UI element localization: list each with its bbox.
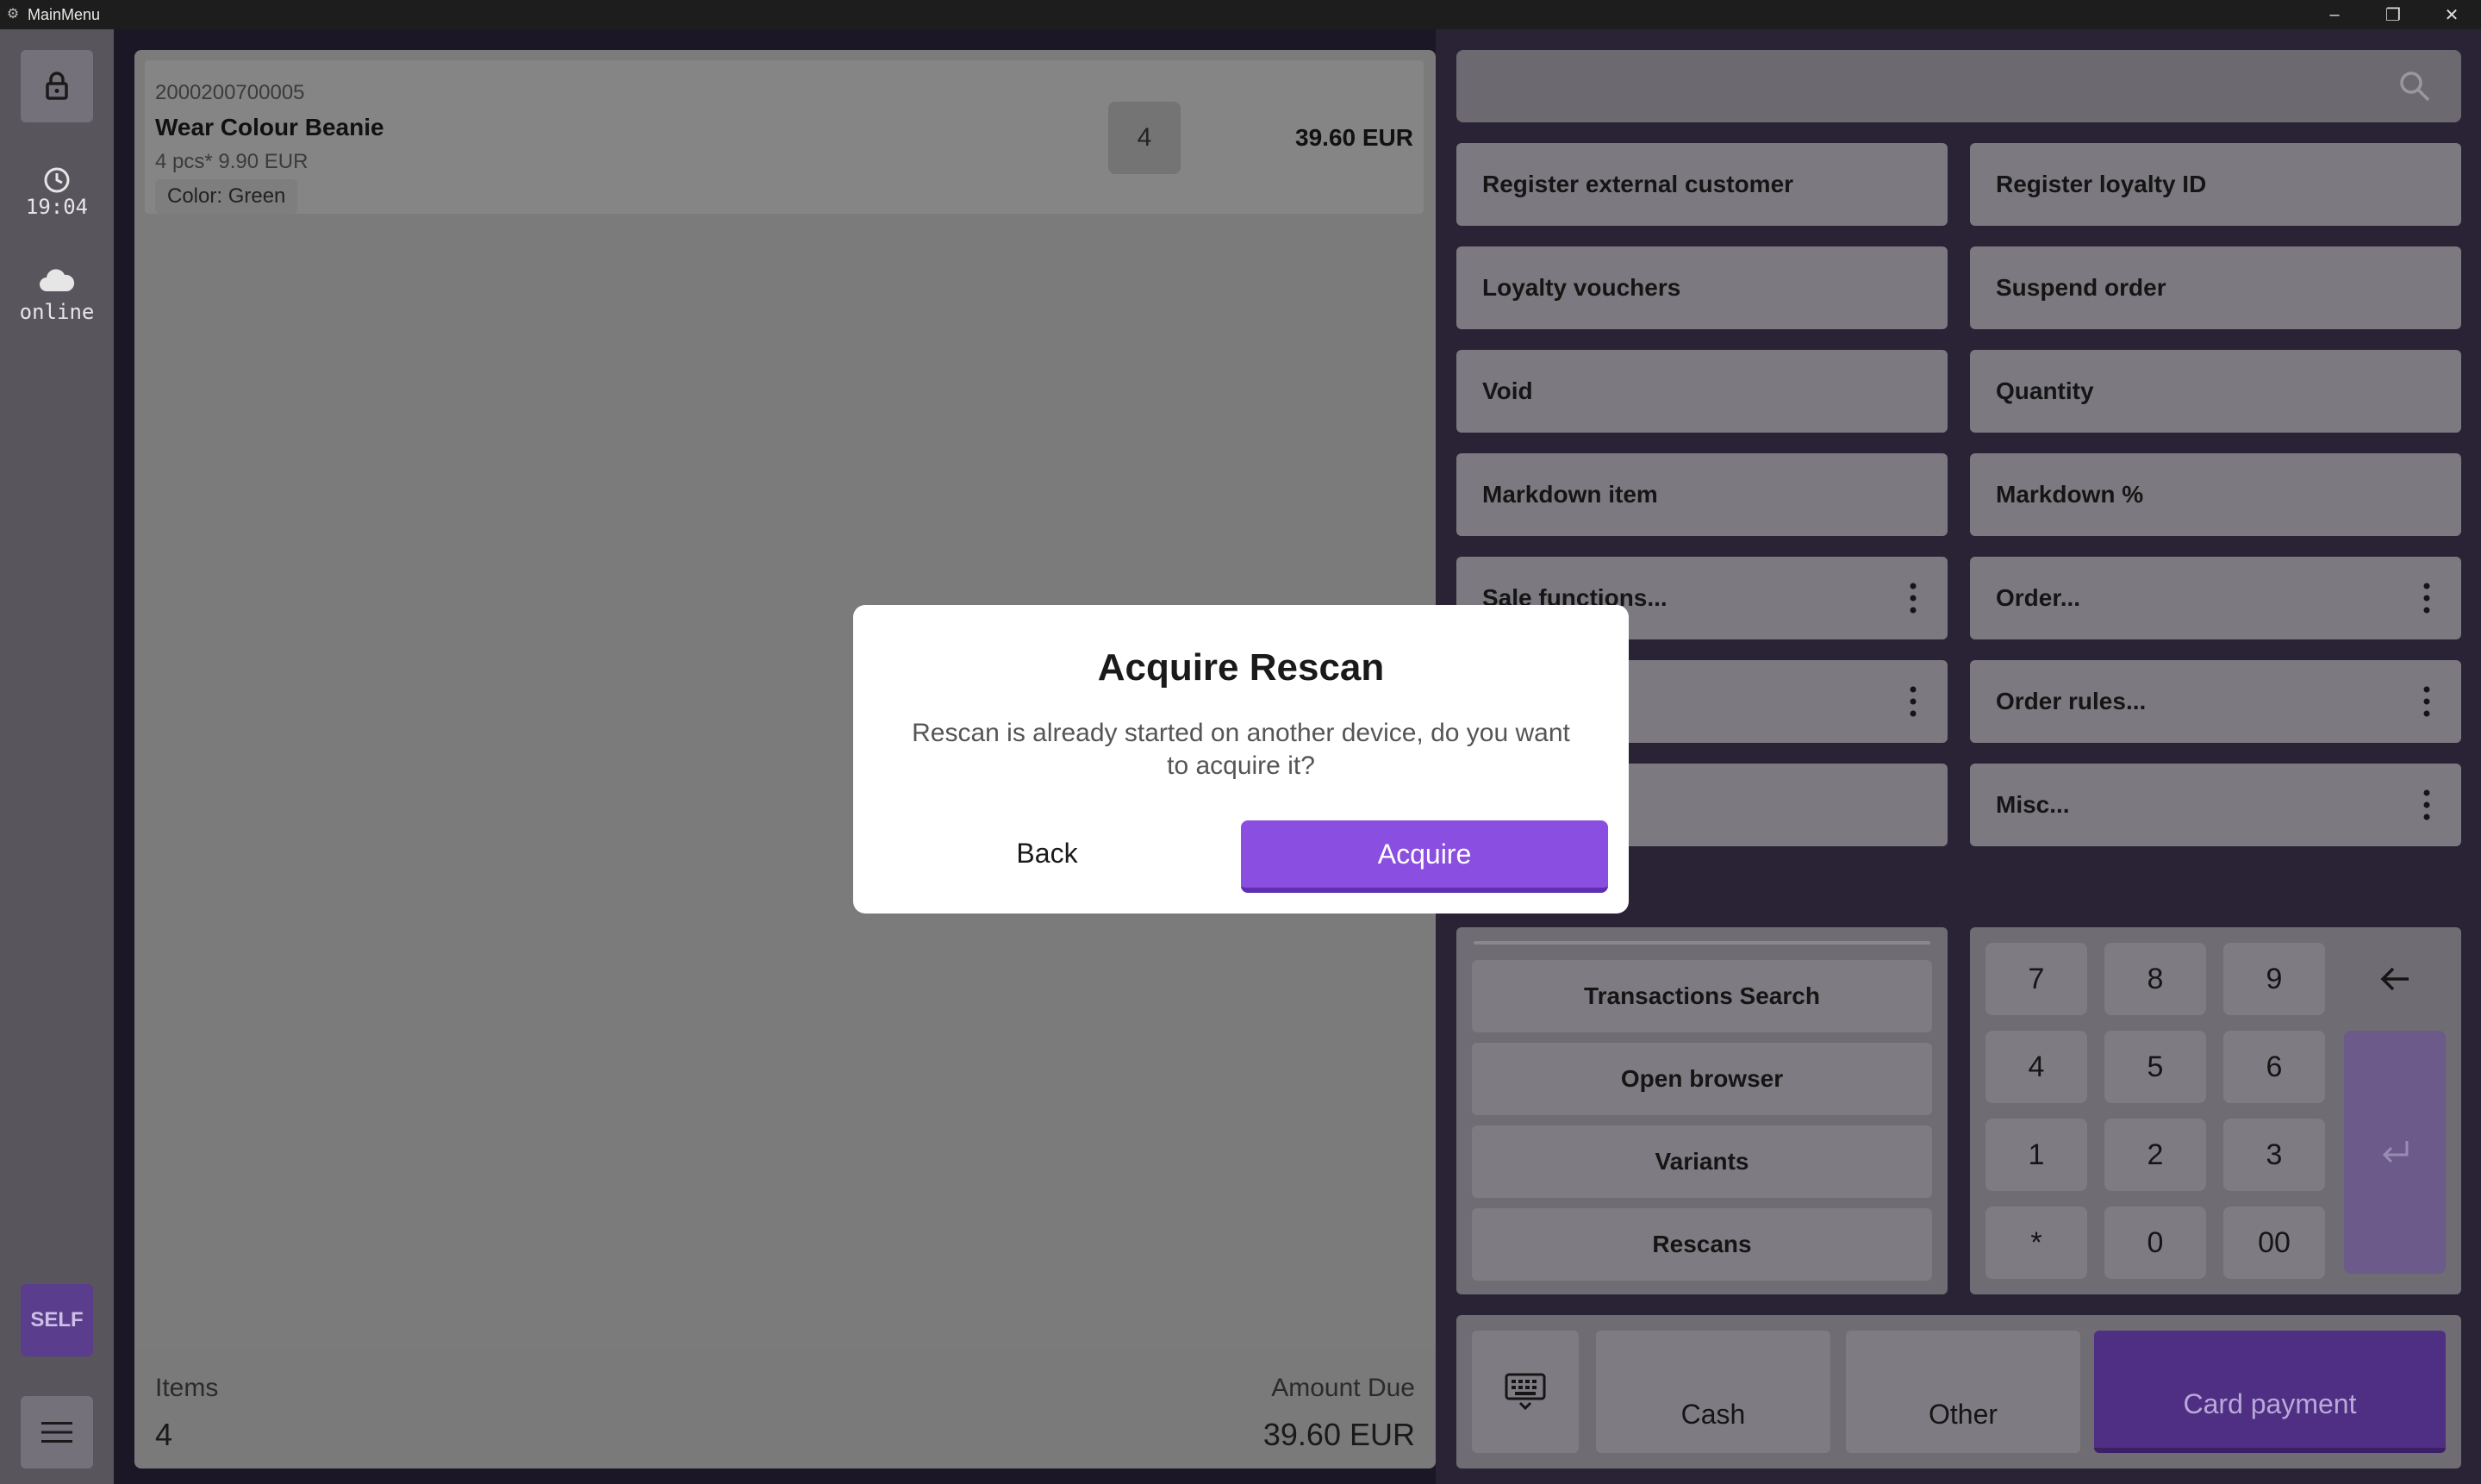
window-controls: – ❐ ✕: [2305, 0, 2481, 29]
dialog-title: Acquire Rescan: [1097, 646, 1385, 689]
acquire-button[interactable]: Acquire: [1241, 820, 1608, 893]
restore-icon[interactable]: ❐: [2364, 0, 2422, 29]
window-title: MainMenu: [28, 5, 101, 23]
dialog-message: Rescan is already started on another dev…: [912, 719, 1570, 780]
title-bar: ⚙ MainMenu – ❐ ✕: [0, 0, 2481, 29]
close-icon[interactable]: ✕: [2422, 0, 2481, 29]
acquire-rescan-dialog: Acquire Rescan Rescan is already started…: [853, 605, 1629, 913]
app-gear-icon: ⚙: [6, 7, 20, 22]
minimize-icon[interactable]: –: [2305, 0, 2364, 29]
back-button[interactable]: Back: [913, 819, 1181, 888]
